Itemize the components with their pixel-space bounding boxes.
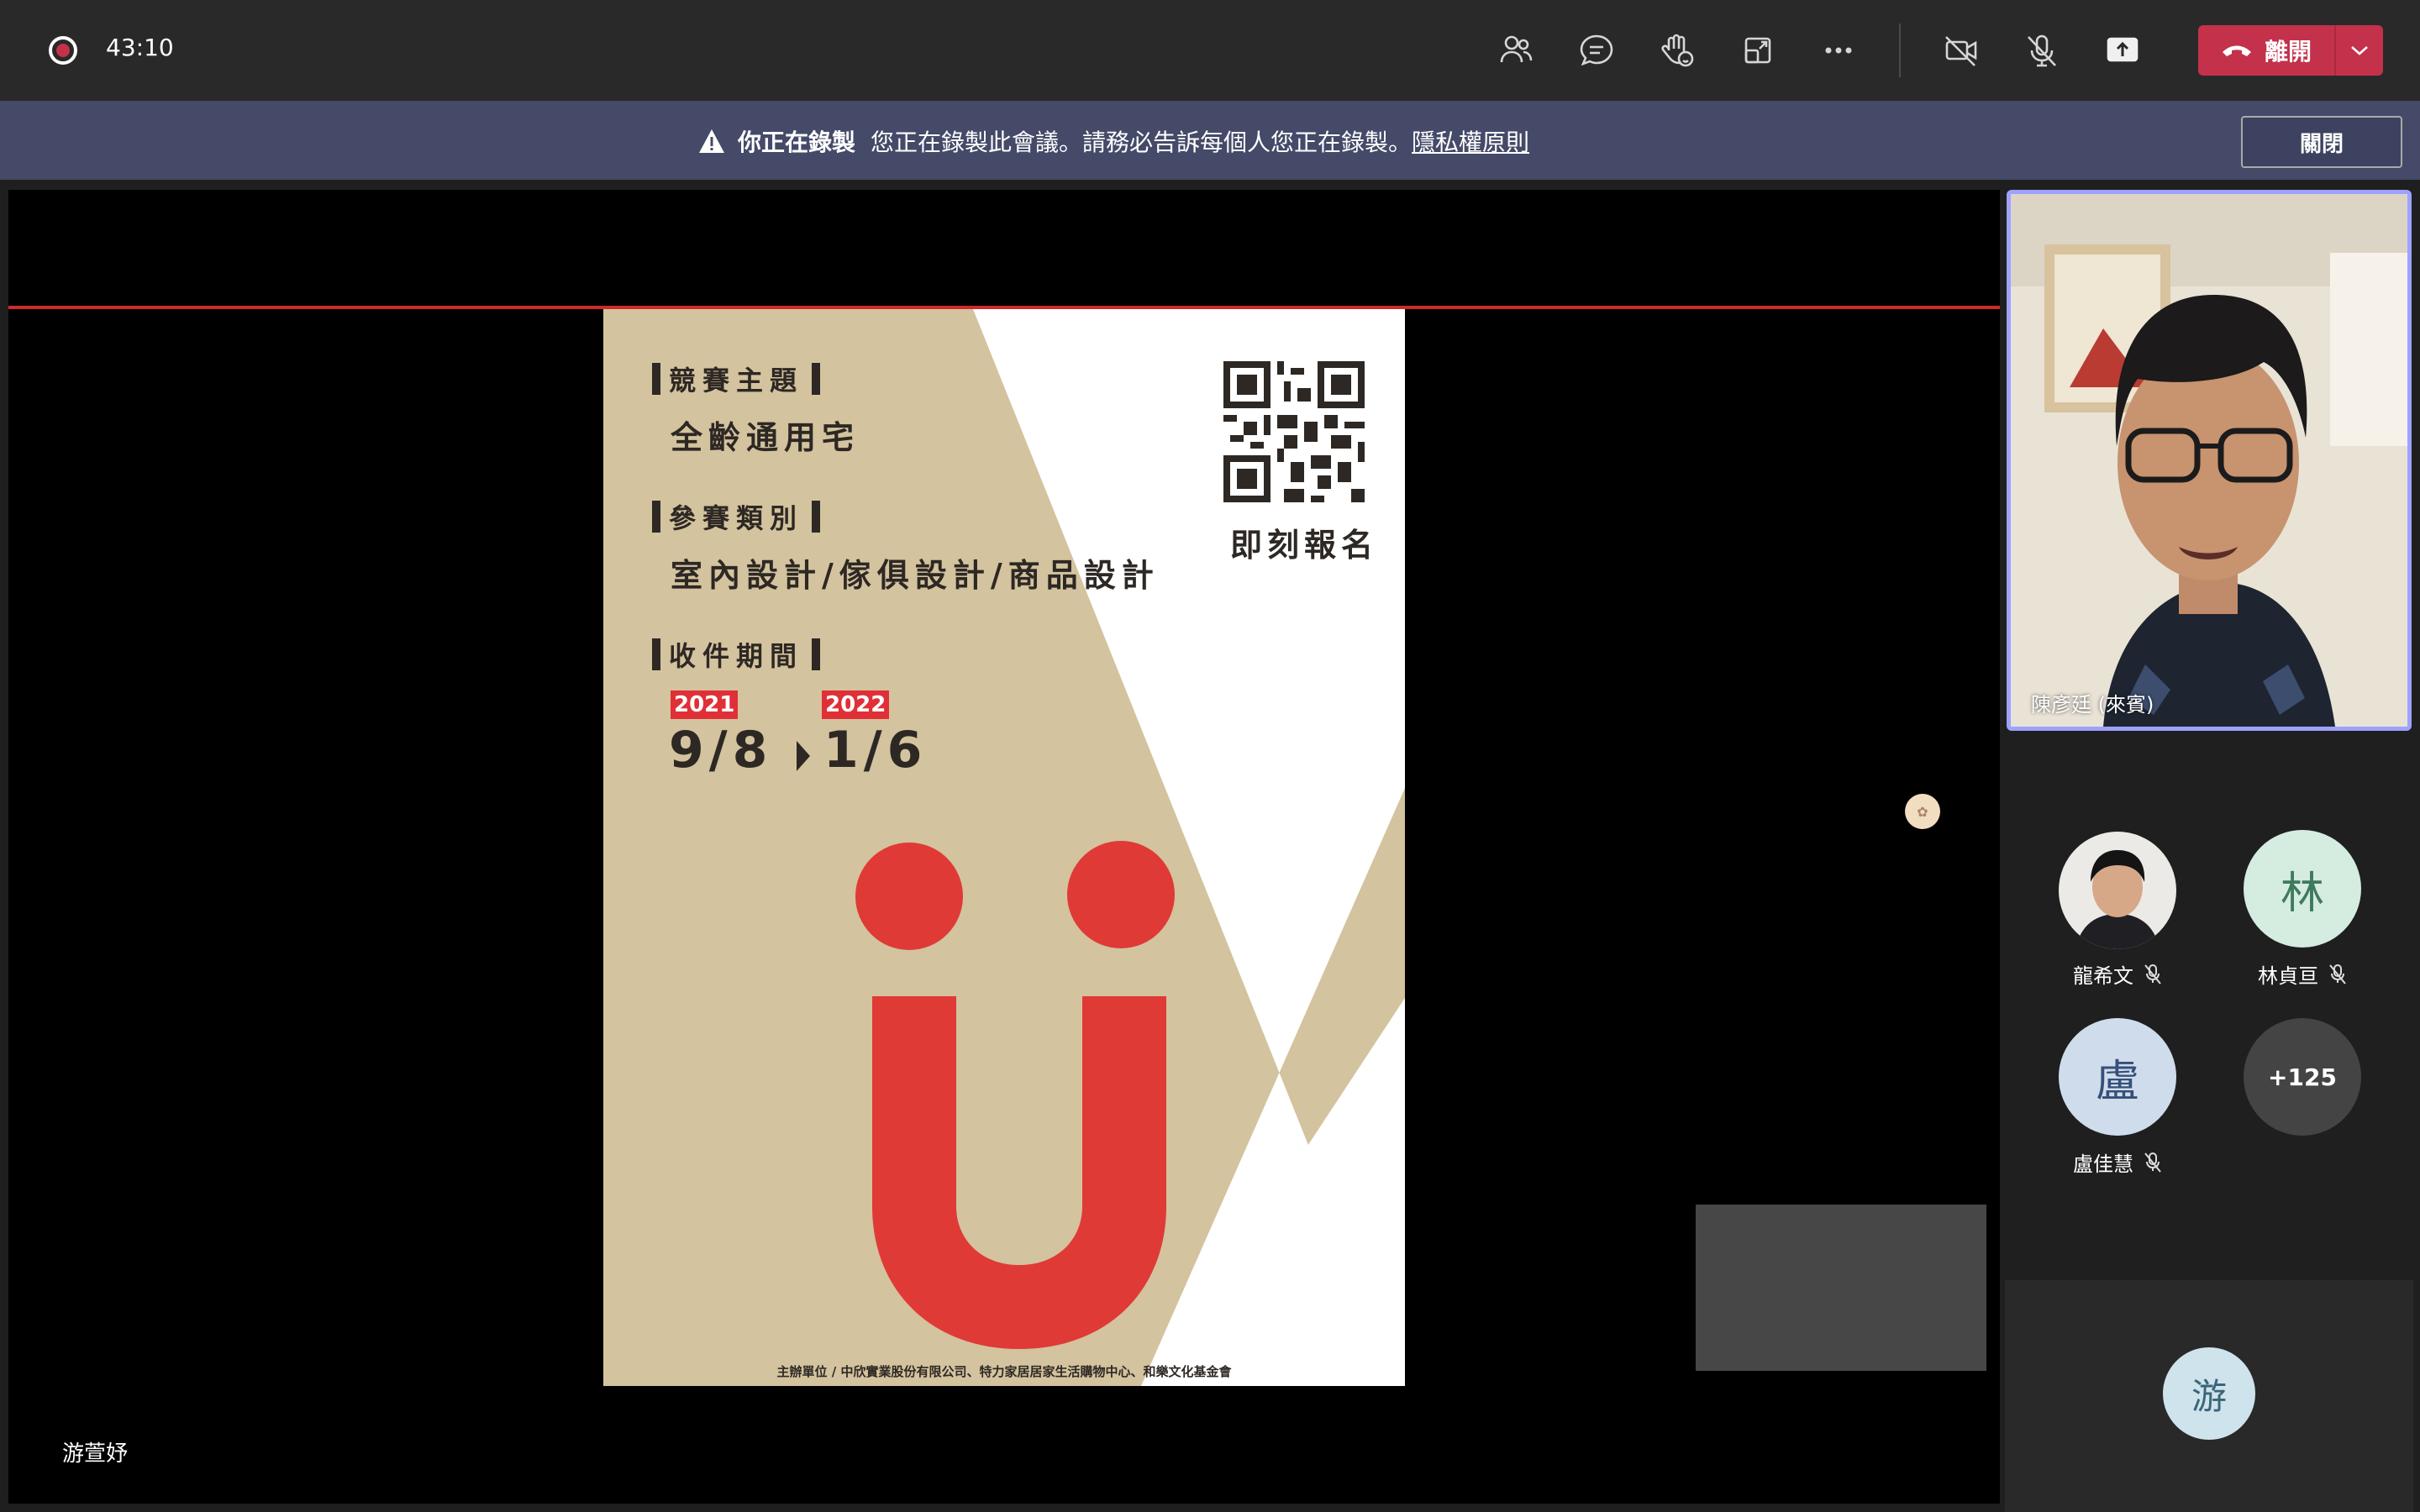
heading-bar — [812, 638, 821, 670]
featured-video-tile[interactable]: 陳彥廷 (來賓) — [2007, 190, 2412, 731]
competition-poster: 競賽主題 全齡通用宅 參賽類別 室內設計/傢俱設計/商品設計 收件期間 2021… — [603, 309, 1405, 1386]
leave-button[interactable]: 離開 — [2198, 25, 2383, 76]
participant-name-row: 盧佳慧 — [2025, 1147, 2210, 1177]
share-screen-icon[interactable] — [2097, 25, 2148, 76]
avatar[interactable]: 游 — [2163, 1347, 2255, 1440]
participant-name-row: 龍希文 — [2025, 959, 2210, 989]
participant-name: 林貞亘 — [2258, 964, 2318, 988]
share-tray-icon[interactable] — [1733, 25, 1783, 76]
heading-bar — [812, 501, 821, 533]
end-year-tag: 2022 — [822, 690, 890, 719]
poster-footer: 主辦單位 / 中欣實業股份有限公司、特力家居居家生活購物中心、和樂文化基金會 — [776, 1364, 1232, 1379]
privacy-policy-link[interactable]: 隱私權原則 — [1412, 124, 1529, 158]
meeting-timer: 43:10 — [106, 34, 174, 61]
raise-hand-icon[interactable] — [1652, 25, 1702, 76]
more-icon[interactable] — [1813, 25, 1864, 76]
qr-code-icon — [1223, 361, 1365, 502]
participant-name: 盧佳慧 — [2073, 1152, 2133, 1176]
banner-content: 你正在錄製 您正在錄製此會議。請務必告訴每個人您正在錄製。 隱私權原則 — [697, 124, 1529, 158]
self-view-tile[interactable] — [1696, 1205, 1986, 1371]
participant-gallery: 龍希文 林 林貞亘 盧 盧佳慧 +125 — [2005, 781, 2413, 1275]
poster-u-letter — [872, 996, 1166, 1349]
avatar[interactable] — [2059, 832, 2176, 949]
mic-off-icon — [2329, 963, 2346, 984]
warning-icon — [699, 129, 724, 153]
camera-off-icon[interactable] — [1936, 25, 1986, 76]
start-year-tag: 2021 — [671, 690, 739, 719]
participant-name-row: 林貞亘 — [2210, 959, 2395, 989]
category-heading: 參賽類別 — [652, 497, 821, 536]
hang-up-icon — [2222, 45, 2251, 56]
banner-message: 您正在錄製此會議。請務必告訴每個人您正在錄製。 — [871, 129, 1413, 156]
category-heading-text: 參賽類別 — [669, 502, 804, 534]
period-heading-text: 收件期間 — [669, 640, 804, 672]
mic-off-icon[interactable] — [2017, 25, 2067, 76]
toolbar-divider — [1899, 24, 1901, 77]
avatar[interactable]: 盧 — [2059, 1018, 2176, 1136]
recording-indicator-icon — [49, 36, 77, 65]
mic-off-icon — [2144, 963, 2161, 984]
leave-label: 離開 — [2264, 38, 2312, 66]
theme-value: 全齡通用宅 — [671, 419, 860, 456]
mic-off-icon — [2144, 1152, 2161, 1173]
heading-bar — [652, 363, 660, 395]
end-date: 1/6 — [823, 721, 928, 780]
meeting-control-bar: 43:10 離開 — [0, 0, 2420, 101]
recording-banner: 你正在錄製 您正在錄製此會議。請務必告訴每個人您正在錄製。 隱私權原則 — [0, 101, 2420, 180]
more-participants-button[interactable]: +125 — [2244, 1018, 2361, 1136]
presenter-name: 游萱妤 — [62, 1441, 129, 1467]
leave-options-button[interactable] — [2336, 25, 2383, 76]
featured-participant-name: 陳彥廷 (來賓) — [2031, 693, 2154, 717]
participant-video — [2011, 194, 2407, 727]
chevron-down-icon — [2351, 46, 2368, 55]
participant-photo — [2059, 832, 2176, 949]
heading-bar — [652, 638, 660, 670]
signup-text: 即刻報名 — [1230, 527, 1379, 564]
start-date: 9/8 — [669, 721, 773, 780]
poster-eye-left — [855, 843, 963, 950]
theme-heading-text: 競賽主題 — [669, 365, 804, 396]
theme-heading: 競賽主題 — [652, 360, 821, 398]
category-value: 室內設計/傢俱設計/商品設計 — [671, 557, 1160, 594]
avatar[interactable]: 林 — [2244, 830, 2361, 948]
heading-bar — [652, 501, 660, 533]
banner-title: 你正在錄製 — [738, 129, 856, 156]
chat-icon[interactable] — [1571, 25, 1622, 76]
people-icon[interactable] — [1491, 25, 1541, 76]
participant-name: 龍希文 — [2073, 964, 2133, 988]
shared-content-stage: 競賽主題 全齡通用宅 參賽類別 室內設計/傢俱設計/商品設計 收件期間 2021… — [8, 190, 2000, 1504]
reaction-icon: ✿ — [1905, 794, 1940, 829]
banner-close-button[interactable]: 關閉 — [2241, 116, 2402, 168]
period-heading: 收件期間 — [652, 635, 821, 674]
heading-bar — [812, 363, 821, 395]
leave-main-button[interactable]: 離開 — [2198, 25, 2334, 76]
date-arrow-icon — [797, 741, 810, 771]
poster-eye-right — [1067, 841, 1175, 948]
